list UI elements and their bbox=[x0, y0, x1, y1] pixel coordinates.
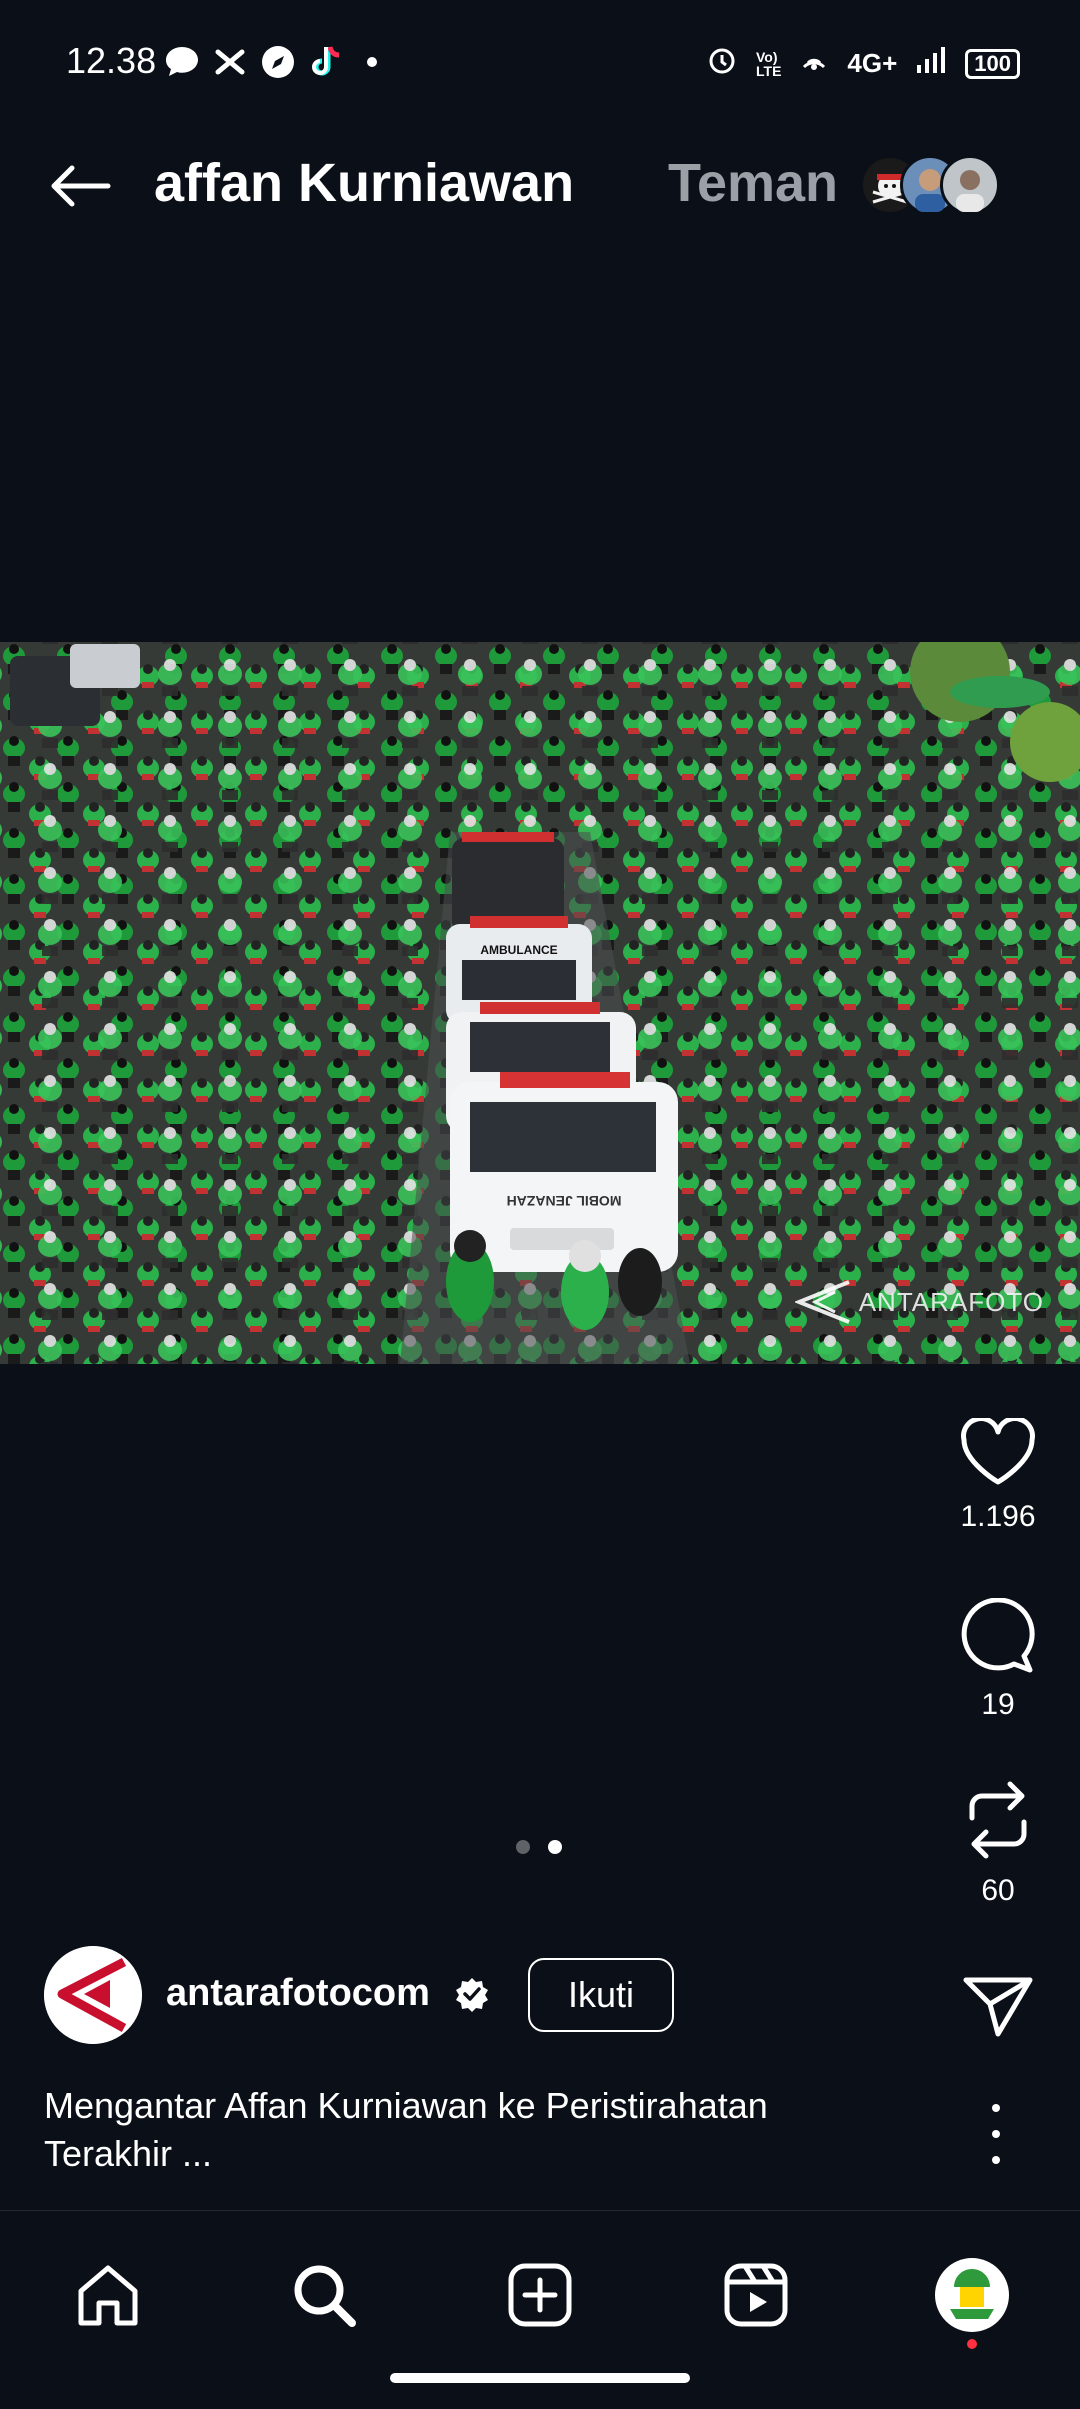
alarm-icon bbox=[706, 44, 738, 83]
comment-icon bbox=[961, 1598, 1035, 1673]
antara-logo-icon bbox=[44, 1946, 142, 2044]
author-username[interactable]: antarafotocom bbox=[166, 1972, 430, 2015]
more-options-icon[interactable] bbox=[976, 2104, 1016, 2164]
carousel-dot bbox=[516, 1840, 530, 1854]
avatar bbox=[940, 155, 1000, 215]
arrow-left-icon[interactable] bbox=[40, 155, 120, 217]
author-avatar[interactable] bbox=[44, 1946, 142, 2044]
svg-text:MOBIL JENAZAH: MOBIL JENAZAH bbox=[507, 1193, 622, 1209]
watermark-text: ANTARAFOTO bbox=[858, 1286, 1044, 1317]
search-icon[interactable] bbox=[284, 2255, 364, 2335]
more-notifications-icon bbox=[366, 44, 378, 80]
carousel-dot-active bbox=[548, 1840, 562, 1854]
hotspot-icon bbox=[799, 45, 829, 82]
carousel-indicator bbox=[516, 1840, 562, 1854]
page-title: affan Kurniawan bbox=[154, 153, 575, 213]
status-bar: 12.38 Vo) LTE 4G+ 100 bbox=[0, 0, 1080, 130]
gesture-home-bar[interactable] bbox=[390, 2373, 690, 2383]
status-right: Vo) LTE 4G+ 100 bbox=[706, 44, 1020, 83]
send-icon bbox=[963, 1977, 1033, 2037]
like-button[interactable]: 1.196 bbox=[950, 1418, 1046, 1534]
status-time: 12.38 bbox=[66, 40, 157, 81]
tab-teman[interactable]: Teman bbox=[668, 152, 838, 214]
post-caption[interactable]: Mengantar Affan Kurniawan ke Peristiraha… bbox=[44, 2082, 904, 2178]
svg-text:AMBULANCE: AMBULANCE bbox=[480, 943, 557, 957]
repost-button[interactable]: 60 bbox=[950, 1780, 1046, 1908]
notification-dot bbox=[967, 2339, 977, 2349]
photo-watermark: ANTARAFOTO bbox=[794, 1280, 1044, 1324]
comment-count: 19 bbox=[981, 1688, 1015, 1721]
reels-icon[interactable] bbox=[716, 2255, 796, 2335]
antara-logo-icon bbox=[794, 1280, 850, 1324]
signal-icon bbox=[915, 45, 947, 82]
home-icon[interactable] bbox=[68, 2255, 148, 2335]
create-icon[interactable] bbox=[500, 2255, 580, 2335]
chat-icon bbox=[164, 44, 200, 80]
compass-icon bbox=[260, 44, 296, 80]
volte-icon: Vo) LTE bbox=[756, 48, 782, 79]
post-photo[interactable]: AMBULANCE MOBIL JENAZAH ANTARAFOTO bbox=[0, 642, 1080, 1364]
comment-button[interactable]: 19 bbox=[950, 1598, 1046, 1722]
heart-icon bbox=[961, 1418, 1035, 1485]
repost-count: 60 bbox=[981, 1874, 1015, 1907]
tiktok-icon bbox=[308, 44, 342, 80]
share-button[interactable] bbox=[950, 1974, 1046, 2038]
ojek-app-icon bbox=[212, 44, 248, 80]
verified-badge-icon bbox=[454, 1976, 490, 2012]
repost-icon bbox=[969, 1781, 1027, 1859]
friends-avatars[interactable] bbox=[860, 155, 1000, 215]
battery-indicator: 100 bbox=[965, 48, 1020, 79]
like-count: 1.196 bbox=[960, 1500, 1036, 1533]
profile-avatar[interactable] bbox=[932, 2255, 1012, 2335]
network-type: 4G+ bbox=[847, 48, 898, 78]
follow-button[interactable]: Ikuti bbox=[528, 1958, 674, 2032]
